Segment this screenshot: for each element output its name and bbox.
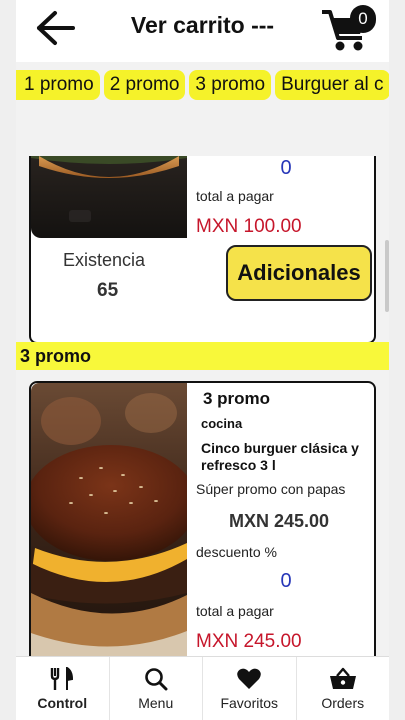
product-card: 3 promo cocina Cinco burguer clásica y r… [29,381,376,656]
nav-label: Menu [138,695,174,711]
discount-value: 0 [280,570,292,592]
discount-value: 0 [280,157,292,179]
search-icon [144,668,168,691]
nav-item-menu[interactable]: Menu [110,657,203,720]
stock-value: 65 [97,280,119,301]
total-value: MXN 245.00 [196,631,302,652]
burger-photo [31,383,187,656]
nav-label: Control [37,695,88,711]
left-edge [0,0,16,720]
app-frame: Ver carrito --- 0 1 promo 2 promo 3 promo B… [0,0,405,720]
product-image [31,383,187,656]
category-chip[interactable]: 2 promo [103,70,186,100]
app-header: Ver carrito --- 0 [16,0,389,62]
main-panel: Ver carrito --- 0 1 promo 2 promo 3 promo B… [16,0,389,720]
back-button[interactable] [30,6,80,50]
total-label: total a pagar [196,603,274,619]
category-chip[interactable]: Burguer al c [275,70,389,100]
section-header: 3 promo [16,342,389,370]
product-area: cocina [201,416,243,431]
arrow-left-icon [37,11,75,45]
nav-item-favoritos[interactable]: Favoritos [203,657,297,720]
fork-knife-icon [51,667,74,690]
bottom-nav: Control Menu Favoritos Orders [16,656,389,720]
product-card: 0 total a pagar MXN 100.00 Existencia 65… [29,156,376,344]
extras-button[interactable]: Adicionales [226,245,372,301]
right-edge [389,0,405,720]
stock-label: Existencia [63,250,146,270]
heart-icon [237,668,262,689]
product-list[interactable]: 0 total a pagar MXN 100.00 Existencia 65… [16,156,389,656]
basket-icon [329,667,356,689]
nav-item-orders[interactable]: Orders [297,657,390,720]
product-promo-text: Súper promo con papas [196,481,346,497]
category-chips: 1 promo 2 promo 3 promo Burguer al c [16,70,389,102]
burger-photo [31,156,187,238]
product-name: 3 promo [203,389,271,408]
category-chip[interactable]: 3 promo [189,70,272,100]
total-value: MXN 100.00 [196,216,302,237]
cart-count-badge: 0 [350,5,376,33]
nav-label: Favoritos [220,695,279,711]
category-chip[interactable]: 1 promo [16,70,100,100]
scrollbar[interactable] [385,240,389,312]
product-image [31,156,187,238]
nav-item-control[interactable]: Control [16,657,110,720]
page-title: Ver carrito --- [130,12,275,38]
product-price: MXN 245.00 [229,511,330,531]
discount-label: descuento % [196,544,277,560]
product-description: Cinco burguer clásica y refresco 3 l [201,440,359,473]
nav-label: Orders [321,695,365,711]
total-label: total a pagar [196,188,274,204]
cart-button[interactable]: 0 [320,2,380,54]
